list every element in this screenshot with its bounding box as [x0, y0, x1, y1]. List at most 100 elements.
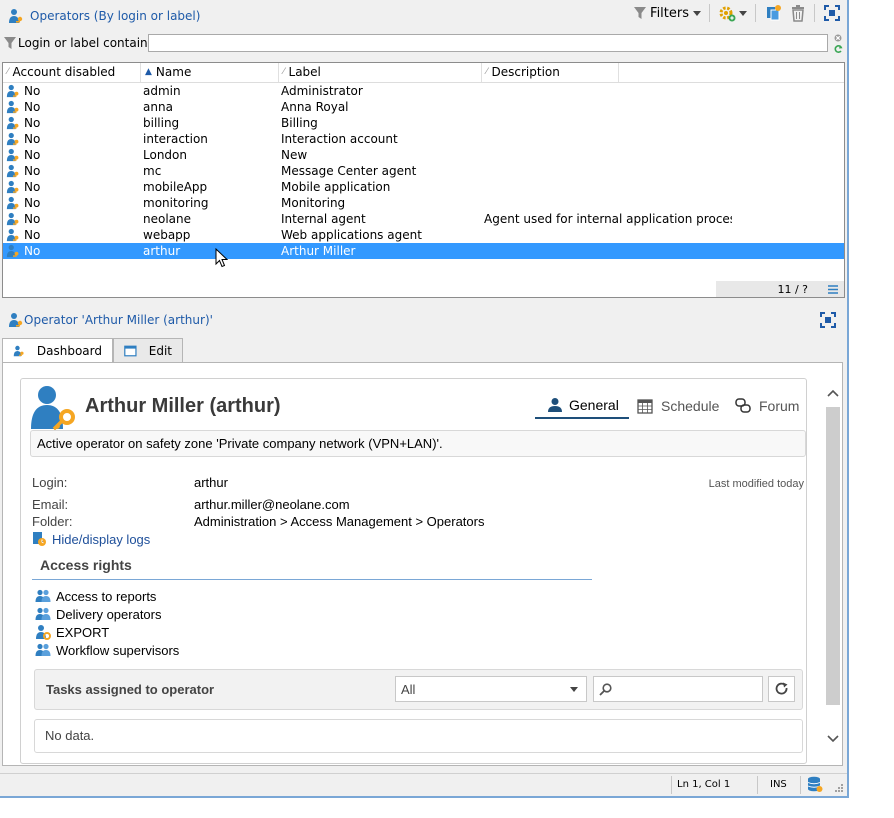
tasks-box: Tasks assigned to operator All: [34, 669, 803, 710]
subtab-forum[interactable]: Forum: [735, 393, 799, 419]
cell-name: admin: [143, 84, 181, 98]
list-menu-icon[interactable]: [828, 284, 838, 294]
operator-icon: [6, 196, 20, 210]
cell-label: New: [281, 148, 308, 162]
person-icon: [548, 398, 562, 412]
group-icon: [35, 589, 51, 603]
calendar-icon: [637, 399, 653, 414]
scroll-down-icon[interactable]: [827, 735, 839, 743]
table-row[interactable]: No billing Billing: [3, 115, 844, 131]
operator-icon: [6, 180, 20, 194]
cell-description: Agent used for internal application proc…: [484, 212, 732, 226]
group-icon: [35, 643, 51, 657]
maximize-icon[interactable]: [823, 4, 841, 22]
cell-label: Mobile application: [281, 180, 391, 194]
search-icon: [599, 683, 612, 696]
filters-button[interactable]: Filters: [634, 6, 701, 21]
cell-label: Message Center agent: [281, 164, 417, 178]
sort-neutral-icon: ⁄: [7, 67, 9, 77]
operator-icon: [6, 164, 20, 178]
table-row[interactable]: No arthur Arthur Miller: [3, 243, 844, 259]
operator-icon: [6, 132, 20, 146]
logs-icon: [33, 532, 46, 546]
subtab-general[interactable]: General: [535, 393, 629, 419]
cell-description: [482, 243, 732, 259]
operator-header-name: Arthur Miller (arthur): [85, 395, 281, 417]
cell-description: [482, 115, 732, 131]
table-row[interactable]: No anna Anna Royal: [3, 99, 844, 115]
cell-account-disabled: No: [3, 195, 141, 211]
cell-description: [482, 131, 732, 147]
tasks-empty: No data.: [34, 719, 803, 753]
table-row[interactable]: No London New: [3, 147, 844, 163]
chevron-down-icon: [739, 10, 747, 16]
cell-description: [482, 179, 732, 195]
maximize-icon[interactable]: [819, 311, 837, 329]
dashboard-panel: Arthur Miller (arthur) General Schedule …: [2, 362, 843, 766]
trash-icon[interactable]: [790, 4, 806, 22]
table-row[interactable]: No interaction Interaction account: [3, 131, 844, 147]
cell-account-disabled: No: [3, 147, 141, 163]
filter-row: Login or label contains:: [0, 31, 847, 57]
operator-icon: [6, 116, 20, 130]
cell-name: interaction: [143, 132, 208, 146]
tasks-refresh-button[interactable]: [768, 676, 795, 702]
table-row[interactable]: No admin Administrator: [3, 83, 844, 99]
refresh-icon[interactable]: [834, 44, 843, 54]
resize-grip-icon[interactable]: [833, 782, 843, 792]
filter-input[interactable]: [148, 34, 828, 52]
access-right-item: Workflow supervisors: [35, 641, 179, 659]
column-header-account-disabled[interactable]: ⁄ Account disabled: [3, 63, 141, 82]
email-label: Email:: [32, 497, 69, 512]
filter-icon: [4, 37, 16, 49]
detail-scrollbar[interactable]: [824, 373, 840, 757]
operator-large-icon: [31, 386, 75, 431]
table-row[interactable]: No webapp Web applications agent: [3, 227, 844, 243]
hide-display-logs-link[interactable]: Hide/display logs: [32, 531, 150, 547]
column-header-name[interactable]: ▲ Name: [141, 63, 279, 82]
scroll-up-icon[interactable]: [827, 389, 839, 397]
access-rights-list: Access to reports Delivery operators EXPOR…: [35, 587, 179, 659]
access-right-item: EXPORT: [35, 623, 179, 641]
status-divider: [757, 776, 758, 794]
operator-icon: [6, 244, 20, 258]
column-header-description[interactable]: ⁄ Description: [482, 63, 619, 82]
window-icon: [124, 345, 137, 356]
operator-icon: [9, 313, 23, 327]
tasks-search-input[interactable]: [593, 676, 763, 702]
cell-label: Administrator: [281, 84, 363, 98]
tab-dashboard[interactable]: Dashboard: [2, 338, 113, 362]
duplicate-icon[interactable]: [764, 4, 782, 22]
cell-description: [482, 195, 732, 211]
detail-panel-title: Operator 'Arthur Miller (arthur)': [24, 313, 213, 327]
access-right-item: Access to reports: [35, 587, 179, 605]
table-row[interactable]: No mc Message Center agent: [3, 163, 844, 179]
tasks-filter-select[interactable]: All: [395, 676, 587, 702]
folder-label: Folder:: [32, 514, 73, 529]
cell-label: Anna Royal: [281, 100, 349, 114]
clear-filter-icon[interactable]: [834, 34, 842, 42]
status-divider: [800, 776, 801, 794]
operator-icon: [6, 148, 20, 162]
cell-account-disabled: No: [3, 227, 141, 243]
cell-account-disabled: No: [3, 83, 141, 99]
record-count: 11 / ?: [777, 282, 808, 296]
toolbar-divider: [709, 4, 710, 22]
new-button[interactable]: [718, 4, 747, 22]
cell-label: Internal agent: [281, 212, 366, 226]
cell-account-disabled: No: [3, 131, 141, 147]
cell-label: Monitoring: [281, 196, 346, 210]
filters-label: Filters: [650, 5, 689, 21]
operator-icon: [13, 345, 24, 356]
column-header-label[interactable]: ⁄ Label: [279, 63, 482, 82]
tab-edit[interactable]: Edit: [113, 338, 183, 362]
table-row[interactable]: No mobileApp Mobile application: [3, 179, 844, 195]
cell-account-disabled: No: [3, 179, 141, 195]
cell-name: mobileApp: [143, 180, 208, 194]
access-rights-title: Access rights: [32, 557, 592, 580]
table-row[interactable]: No neolane Internal agent Agent used for in…: [3, 211, 844, 227]
table-row[interactable]: No monitoring Monitoring: [3, 195, 844, 211]
scrollbar-thumb[interactable]: [826, 407, 840, 705]
subtab-schedule[interactable]: Schedule: [637, 393, 719, 419]
cell-account-disabled: No: [3, 163, 141, 179]
